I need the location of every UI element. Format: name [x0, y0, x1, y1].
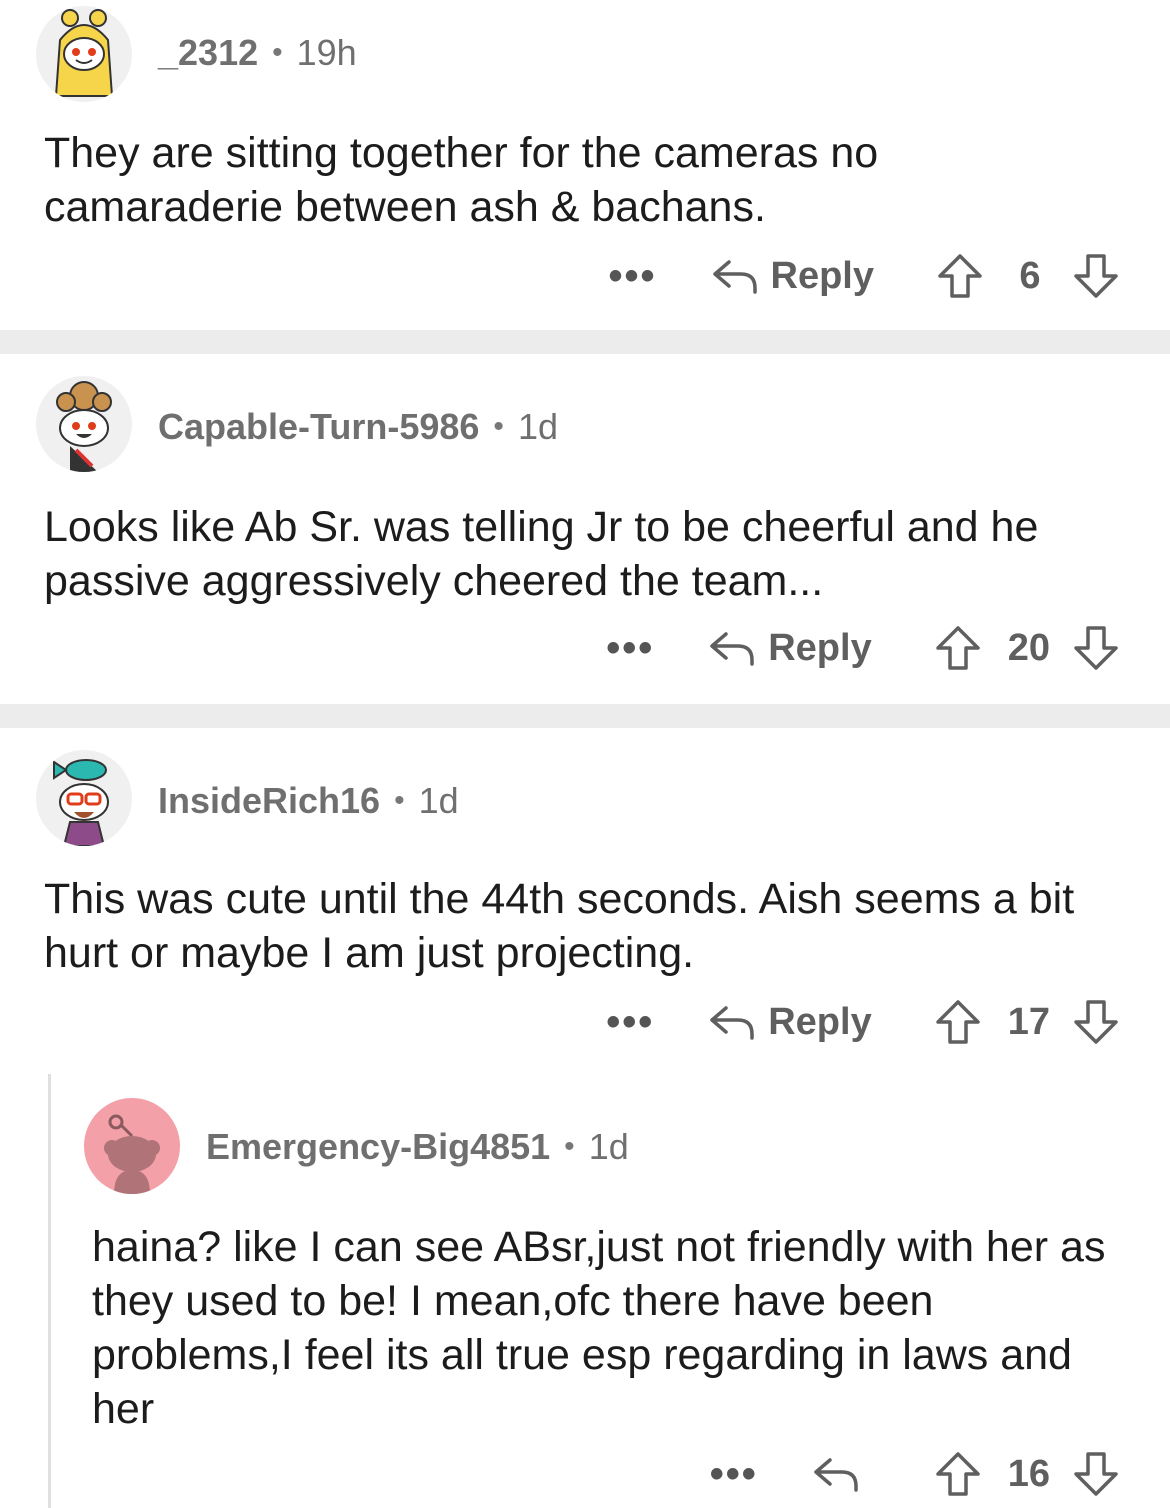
more-options-button[interactable]: ••• [710, 1454, 758, 1494]
upvote-arrow-icon[interactable] [934, 1450, 982, 1498]
vote-score: 20 [1007, 626, 1050, 669]
downvote-arrow-icon[interactable] [1072, 998, 1120, 1046]
timestamp: 19h [296, 32, 357, 73]
comment-body: This was cute until the 44th seconds. Ai… [44, 875, 1075, 977]
timestamp: 1d [418, 780, 459, 821]
reply-arrow-icon [710, 1006, 754, 1040]
reply-button[interactable]: Reply [711, 255, 874, 298]
downvote-arrow-icon[interactable] [1072, 624, 1120, 672]
vote-score: 6 [1019, 254, 1041, 297]
timestamp: 1d [517, 406, 558, 447]
username[interactable]: InsideRich16 [158, 780, 380, 822]
more-options-button[interactable]: ••• [609, 256, 657, 296]
downvote-arrow-icon[interactable] [1072, 252, 1120, 300]
downvote-arrow-icon[interactable] [1072, 1450, 1120, 1498]
upvote-arrow-icon[interactable] [936, 252, 984, 300]
default-snoo-avatar-icon [104, 1114, 160, 1194]
comment-meta: Capable-Turn-5986 • 1d [158, 406, 558, 448]
comment-2: Capable-Turn-5986 • 1d Looks like Ab Sr.… [0, 354, 1170, 704]
reply-button[interactable] [812, 1454, 872, 1494]
reply-arrow-icon [813, 1458, 858, 1492]
reply-label: Reply [768, 1000, 872, 1043]
reply-button[interactable]: Reply [708, 1000, 872, 1044]
reply-arrow-icon [710, 632, 754, 666]
bun-hair-snoo-avatar-icon [56, 381, 112, 472]
reply-arrow-icon [712, 260, 757, 294]
username[interactable]: Capable-Turn-5986 [158, 406, 479, 448]
user-avatar[interactable] [36, 750, 132, 846]
reply-label: Reply [770, 254, 874, 297]
reply-button[interactable]: Reply [708, 626, 872, 670]
thread-line[interactable] [48, 1074, 51, 1508]
comment-actions: ••• Reply 20 [606, 618, 1120, 678]
comment-body: They are sitting together for the camera… [44, 129, 879, 231]
reply-label: Reply [768, 626, 872, 669]
comment-body: haina? like I can see ABsr,just not frie… [92, 1223, 1106, 1433]
comment-divider [0, 704, 1170, 728]
upvote-arrow-icon[interactable] [934, 998, 982, 1046]
comment-meta: _2312 • 19h [158, 32, 357, 74]
user-avatar[interactable] [36, 6, 132, 102]
comment-1: _2312 • 19h They are sitting together fo… [0, 0, 1170, 330]
yellow-snoo-avatar-icon [54, 9, 114, 97]
username[interactable]: _2312 [158, 32, 258, 74]
vote-score: 16 [1007, 1452, 1050, 1495]
fish-hat-snoo-avatar-icon [53, 759, 109, 846]
separator-dot: • [272, 36, 283, 69]
upvote-arrow-icon[interactable] [934, 624, 982, 672]
timestamp: 1d [588, 1126, 629, 1167]
more-options-button[interactable]: ••• [606, 1002, 654, 1042]
separator-dot: • [493, 410, 504, 443]
separator-dot: • [394, 784, 405, 817]
comment-actions: ••• Reply 6 [609, 246, 1121, 306]
separator-dot: • [564, 1130, 575, 1163]
comment-3: InsideRich16 • 1d This was cute until th… [0, 728, 1170, 1508]
user-avatar[interactable] [84, 1098, 180, 1194]
username[interactable]: Emergency-Big4851 [206, 1126, 550, 1168]
user-avatar[interactable] [36, 376, 132, 472]
comment-actions: ••• 16 [710, 1444, 1120, 1504]
comment-meta: InsideRich16 • 1d [158, 780, 459, 822]
more-options-button[interactable]: ••• [606, 628, 654, 668]
vote-score: 17 [1007, 1000, 1050, 1043]
comment-meta: Emergency-Big4851 • 1d [206, 1126, 629, 1168]
comment-divider [0, 330, 1170, 354]
comment-actions: ••• Reply 17 [606, 992, 1120, 1052]
comment-body: Looks like Ab Sr. was telling Jr to be c… [44, 503, 1039, 605]
